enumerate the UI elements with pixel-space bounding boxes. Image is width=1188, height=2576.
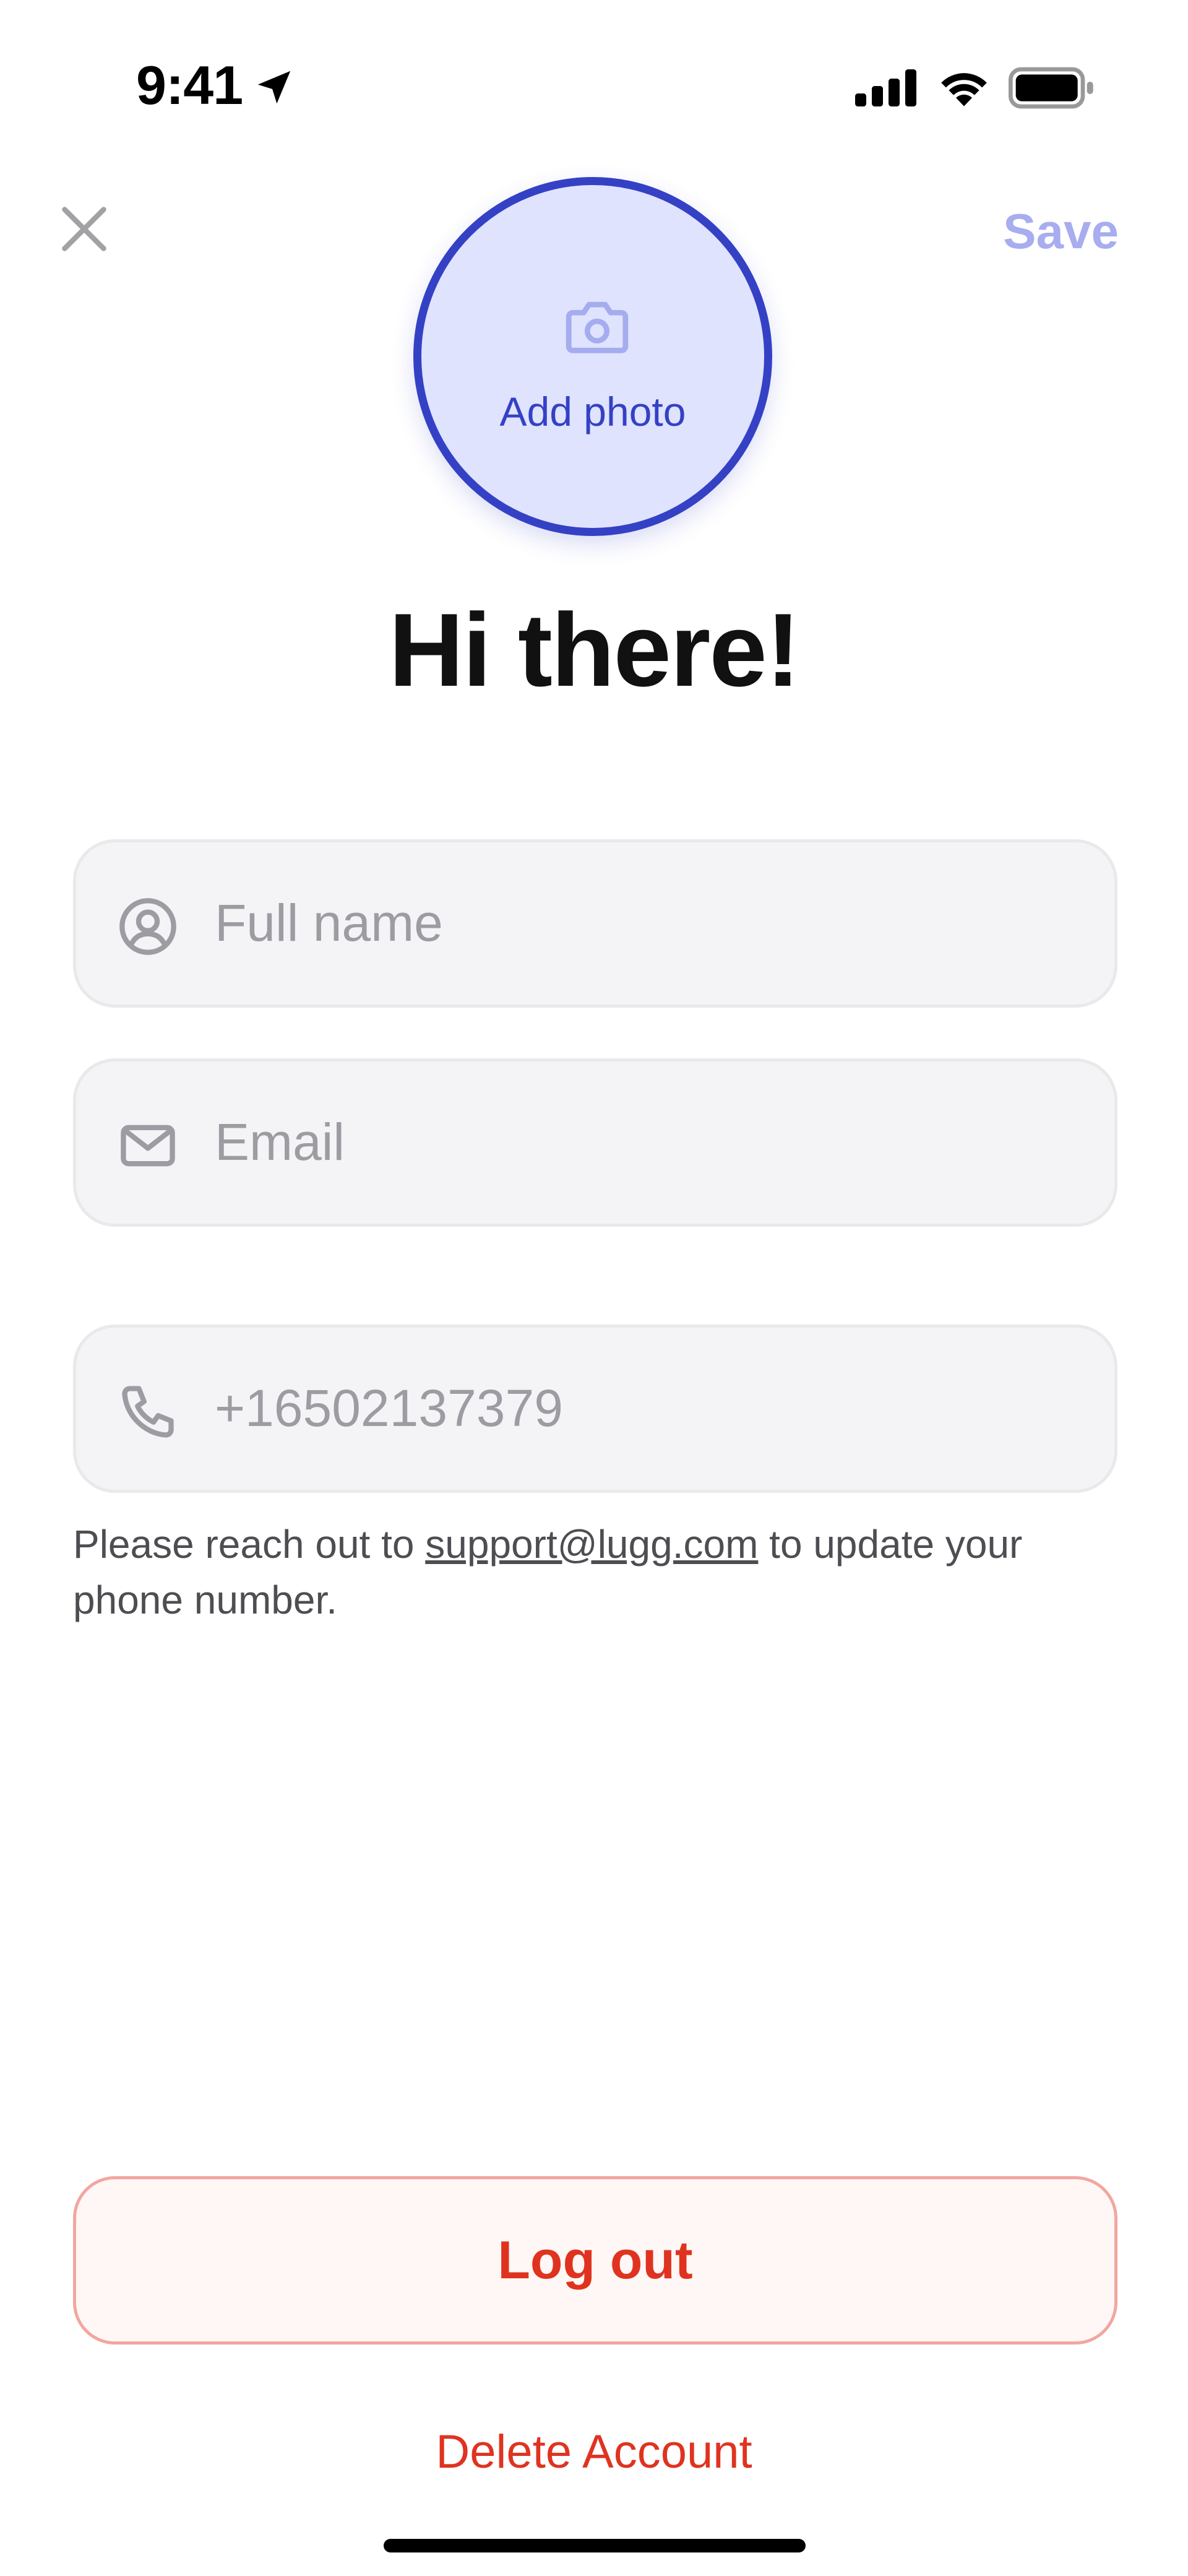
support-email-link[interactable]: support@lugg.com (425, 1522, 758, 1567)
wifi-icon (941, 73, 987, 106)
helper-prefix: Please reach out to (73, 1522, 426, 1567)
delete-account-button[interactable]: Delete Account (0, 2421, 1188, 2483)
full-name-input[interactable] (215, 886, 1069, 960)
cellular-signal-icon (855, 69, 916, 106)
home-indicator (384, 2539, 806, 2552)
status-time: 9:41 (136, 54, 243, 116)
camera-icon (566, 301, 629, 353)
add-photo-button[interactable]: Add photo (413, 177, 772, 536)
add-photo-label: Add photo (499, 389, 686, 434)
user-circle-icon (119, 898, 176, 955)
close-button[interactable] (54, 199, 114, 259)
battery-icon (1009, 67, 1093, 109)
phone-input[interactable] (215, 1371, 1069, 1445)
email-field[interactable] (73, 1058, 1117, 1227)
phone-icon (122, 1386, 174, 1438)
envelope-icon (121, 1125, 175, 1167)
email-input[interactable] (215, 1105, 1069, 1179)
logout-button[interactable]: Log out (73, 2176, 1117, 2345)
phone-field[interactable] (73, 1325, 1117, 1493)
close-icon (62, 207, 106, 251)
location-arrow-icon (257, 71, 291, 104)
page-title: Hi there! (389, 592, 800, 708)
full-name-field[interactable] (73, 839, 1117, 1008)
phone-helper-text: Please reach out to support@lugg.com to … (73, 1516, 1125, 1628)
save-button[interactable]: Save (1003, 201, 1119, 262)
